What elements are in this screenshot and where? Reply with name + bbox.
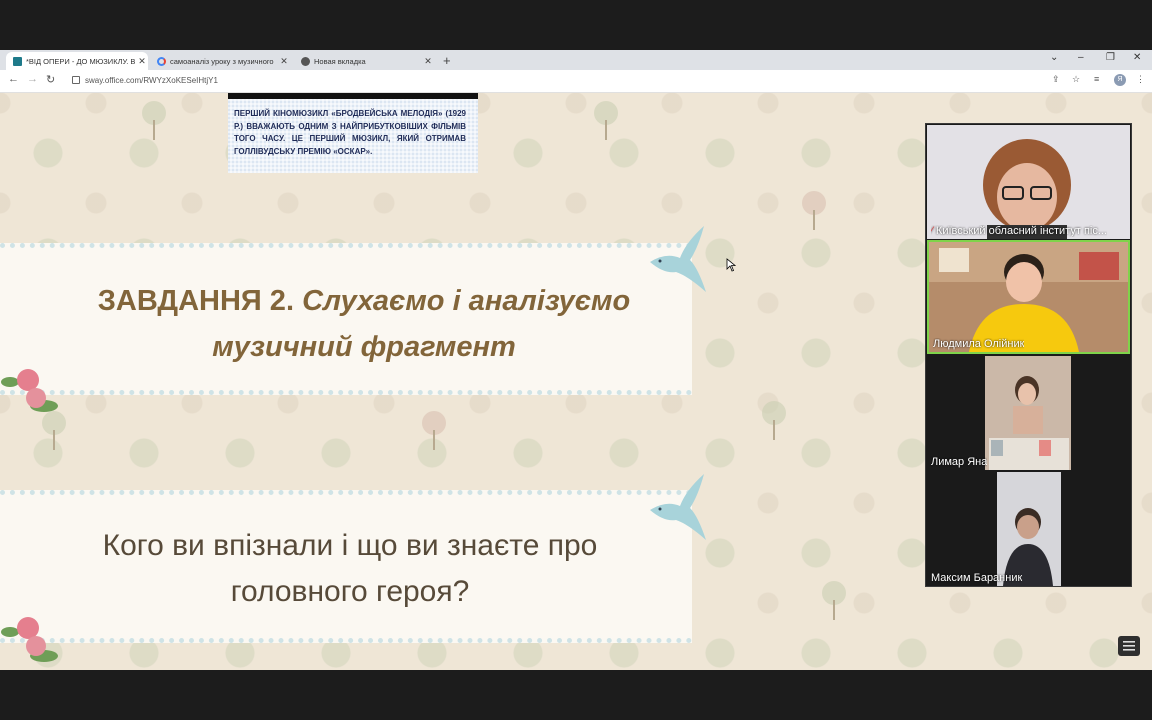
tab-new[interactable]: Новая вкладка ✕ (294, 52, 434, 70)
bird-icon (650, 474, 706, 540)
tab-sway[interactable]: *ВІД ОПЕРИ - ДО МЮЗИКЛУ. В ✕ (6, 52, 148, 70)
mouse-cursor-icon (726, 258, 736, 272)
reading-list-icon[interactable]: ≡ (1094, 74, 1099, 84)
tree-decoration (762, 401, 786, 440)
bird-icon (650, 226, 706, 292)
maximize-button[interactable]: ❐ (1106, 52, 1115, 63)
bookmark-star-icon[interactable]: ☆ (1072, 74, 1080, 85)
participant-tile-active[interactable]: Людмила Олійник (927, 240, 1130, 354)
participant-name: Лимар Яна (931, 456, 988, 468)
flowers-icon (1, 617, 58, 662)
tab-google[interactable]: самоаналіз уроку з музичного ✕ (150, 52, 290, 70)
close-tab-icon[interactable]: ✕ (136, 56, 148, 67)
participant-tile[interactable]: Максим Баранник (927, 472, 1130, 586)
tab-strip: *ВІД ОПЕРИ - ДО МЮЗИКЛУ. В ✕ самоаналіз … (0, 50, 1152, 70)
new-tab-button[interactable]: + (443, 53, 451, 68)
participant-video (997, 472, 1061, 586)
bottom-letterbox (0, 670, 1152, 720)
film-image-strip (228, 93, 478, 99)
profile-avatar[interactable]: Я (1114, 74, 1126, 86)
task-number: ЗАВДАННЯ 2. (97, 285, 294, 317)
tree-decoration (802, 191, 826, 230)
google-icon (157, 56, 166, 66)
question-text: Кого ви впізнали і що ви знаєте про голо… (102, 529, 598, 608)
close-tab-icon[interactable]: ✕ (422, 56, 434, 67)
participant-video (985, 356, 1071, 470)
participant-name: Максим Баранник (931, 572, 1023, 584)
menu-icon[interactable]: ⋮ (1136, 74, 1145, 85)
participant-video (929, 242, 1128, 352)
address-bar[interactable] (62, 73, 1102, 89)
participant-tile[interactable]: Лимар Яна (927, 356, 1130, 470)
sway-icon (13, 56, 22, 66)
close-tab-icon[interactable]: ✕ (278, 56, 290, 67)
forward-icon[interactable]: → (27, 73, 38, 85)
lock-icon[interactable] (72, 76, 80, 84)
back-icon[interactable]: ← (8, 73, 19, 85)
participant-name: Людмила Олійник (933, 338, 1025, 350)
flowers-icon (1, 369, 58, 412)
top-letterbox (0, 0, 1152, 50)
tree-decoration (142, 101, 166, 140)
mic-muted-icon: ⁄ (931, 225, 933, 237)
navigation-list-icon[interactable] (1118, 636, 1140, 656)
reload-icon[interactable]: ↻ (46, 73, 55, 86)
tree-decoration (594, 101, 618, 140)
participant-name: ⁄ Київський обласний інститут піс... (931, 225, 1107, 237)
share-icon[interactable]: ⇪ (1052, 74, 1060, 85)
task-heading: ЗАВДАННЯ 2. Слухаємо і аналізуємо музичн… (44, 278, 684, 370)
participant-tile[interactable]: ⁄ Київський обласний інститут піс... (927, 125, 1130, 239)
chrome-icon (301, 56, 310, 66)
tab-title: самоаналіз уроку з музичного (170, 56, 274, 66)
tree-decoration (822, 581, 846, 620)
participant-name-text: Київський обласний інститут піс... (935, 225, 1108, 237)
participant-video (927, 125, 1130, 239)
tab-title: Новая вкладка (314, 56, 366, 66)
tree-decoration (42, 411, 66, 450)
tab-search-icon[interactable]: ⌄ (1050, 52, 1058, 63)
url-text[interactable]: sway.office.com/RWYzXoKESeIHtjY1 (85, 76, 218, 85)
minimize-button[interactable]: – (1078, 52, 1084, 63)
close-window-button[interactable]: ✕ (1133, 52, 1141, 63)
tree-decoration (422, 411, 446, 450)
tab-title: *ВІД ОПЕРИ - ДО МЮЗИКЛУ. В (26, 56, 136, 66)
film-caption: ПЕРШИЙ КІНОМЮЗИКЛ «БРОДВЕЙСЬКА МЕЛОДІЯ» … (234, 109, 466, 156)
